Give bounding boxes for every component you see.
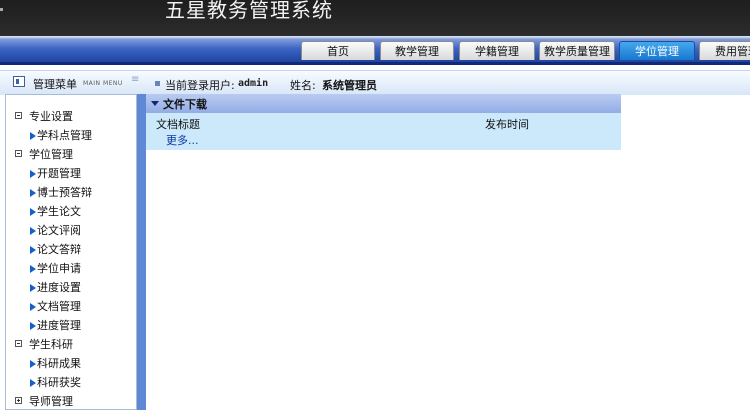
- sidebar-group-label: 学位管理: [29, 148, 73, 161]
- sidebar-item-label: 学科点管理: [37, 129, 92, 142]
- column-header-doc-title: 文档标题: [156, 118, 200, 131]
- arrow-right-icon: [30, 284, 36, 292]
- arrow-right-icon: [30, 265, 36, 273]
- menu-subtitle: MAIN MENU: [83, 80, 123, 87]
- sidebar-group-student-research[interactable]: 学生科研: [6, 335, 136, 354]
- login-user-value: admin: [238, 78, 269, 89]
- triangle-down-icon[interactable]: [151, 101, 159, 106]
- sidebar-item-label: 开题管理: [37, 167, 81, 180]
- sidebar-item-research-results[interactable]: 科研成果: [6, 354, 136, 373]
- sidebar-item-label: 论文评阅: [37, 224, 81, 237]
- arrow-right-icon: [30, 132, 36, 140]
- sidebar-item-degree-application[interactable]: 学位申请: [6, 259, 136, 278]
- tab-teaching-quality-management[interactable]: 教学质量管理: [539, 41, 615, 60]
- sidebar-item-label: 进度管理: [37, 319, 81, 332]
- top-banner: 五星教务管理系统: [0, 0, 750, 36]
- expand-icon[interactable]: [15, 397, 22, 404]
- sidebar-item-thesis-defense[interactable]: 论文答辩: [6, 240, 136, 259]
- more-link[interactable]: 更多...: [166, 132, 199, 148]
- file-download-panel: 文件下载 文档标题 发布时间 更多...: [146, 94, 621, 150]
- tab-student-status-management[interactable]: 学籍管理: [459, 41, 535, 60]
- menu-title: 管理菜单: [33, 78, 77, 91]
- collapse-icon[interactable]: [15, 112, 22, 119]
- collapse-icon[interactable]: [15, 150, 22, 157]
- user-bullet-icon: [155, 81, 160, 86]
- nav-bar: 首页 教学管理 学籍管理 教学质量管理 学位管理 费用管理: [0, 36, 750, 64]
- arrow-right-icon: [30, 303, 36, 311]
- arrow-right-icon: [30, 379, 36, 387]
- panel-body: 文档标题 发布时间 更多...: [146, 113, 621, 150]
- sidebar-group-major-settings[interactable]: 专业设置: [6, 107, 136, 126]
- sidebar-item-thesis-review[interactable]: 论文评阅: [6, 221, 136, 240]
- sidebar-item-label: 博士预答辩: [37, 186, 92, 199]
- panel-title: 文件下载: [163, 98, 207, 111]
- arrow-right-icon: [30, 322, 36, 330]
- tab-teaching-management[interactable]: 教学管理: [380, 41, 454, 60]
- sidebar-item-progress-settings[interactable]: 进度设置: [6, 278, 136, 297]
- sidebar-item-label: 学位申请: [37, 262, 81, 275]
- sidebar-item-progress-management[interactable]: 进度管理: [6, 316, 136, 335]
- panel-header[interactable]: 文件下载: [146, 94, 621, 113]
- arrow-right-icon: [30, 208, 36, 216]
- banner-dot: [0, 8, 3, 11]
- menu-window-icon: [13, 76, 25, 87]
- menu-toggle-icon[interactable]: ≡: [131, 75, 140, 85]
- sidebar-item-document-management[interactable]: 文档管理: [6, 297, 136, 316]
- arrow-right-icon: [30, 189, 36, 197]
- sidebar-item-research-awards[interactable]: 科研获奖: [6, 373, 136, 392]
- sidebar-item-label: 科研成果: [37, 357, 81, 370]
- sidebar-item-proposal-management[interactable]: 开题管理: [6, 164, 136, 183]
- sidebar-item-label: 论文答辩: [37, 243, 81, 256]
- sidebar-item-label: 科研获奖: [37, 376, 81, 389]
- tab-fee-management[interactable]: 费用管理: [699, 41, 750, 60]
- sidebar-item-label: 学生论文: [37, 205, 81, 218]
- sidebar-divider: [137, 94, 146, 410]
- column-header-publish-time: 发布时间: [485, 118, 529, 131]
- login-user-label: 当前登录用户:: [165, 79, 235, 92]
- app-title: 五星教务管理系统: [165, 0, 333, 22]
- sidebar-group-label: 学生科研: [29, 338, 73, 351]
- sidebar-menu: 专业设置 学科点管理 学位管理 开题管理 博士预答辩 学生论文 论文评阅 论文答…: [5, 94, 137, 410]
- sidebar-item-doctoral-pre-defense[interactable]: 博士预答辩: [6, 183, 136, 202]
- collapse-icon[interactable]: [15, 340, 22, 347]
- arrow-right-icon: [30, 227, 36, 235]
- sidebar-item-student-thesis[interactable]: 学生论文: [6, 202, 136, 221]
- user-name-label: 姓名:: [290, 79, 316, 92]
- sidebar-item-label: 文档管理: [37, 300, 81, 313]
- sidebar-item-label: 进度设置: [37, 281, 81, 294]
- arrow-right-icon: [30, 170, 36, 178]
- sidebar-group-degree-management[interactable]: 学位管理: [6, 145, 136, 164]
- sidebar-group-label: 导师管理: [29, 395, 73, 408]
- sidebar-group-advisor-management[interactable]: 导师管理: [6, 392, 136, 409]
- header-strip: 管理菜单 MAIN MENU ≡ 当前登录用户: admin 姓名: 系统管理员: [0, 70, 750, 95]
- tab-degree-management[interactable]: 学位管理: [619, 41, 695, 60]
- user-name-value: 系统管理员: [322, 79, 377, 92]
- sidebar-item-discipline-management[interactable]: 学科点管理: [6, 126, 136, 145]
- nav-bar-underline: [0, 62, 750, 65]
- arrow-right-icon: [30, 246, 36, 254]
- tab-home[interactable]: 首页: [301, 41, 375, 60]
- arrow-right-icon: [30, 360, 36, 368]
- sidebar-group-label: 专业设置: [29, 110, 73, 123]
